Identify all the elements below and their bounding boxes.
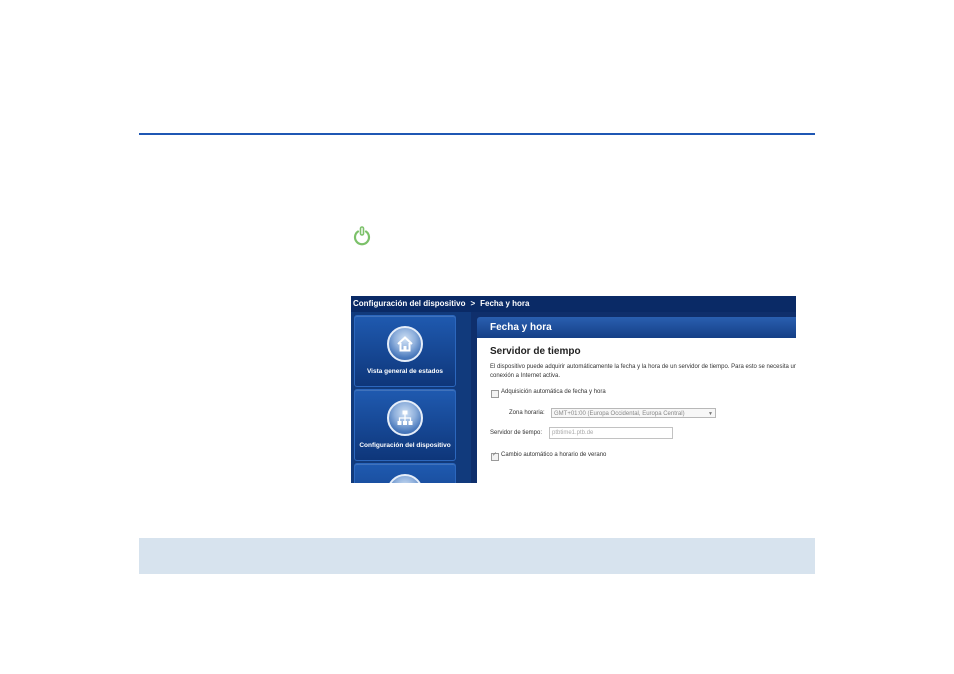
panel-title: Fecha y hora	[477, 317, 796, 338]
globe-icon	[387, 474, 423, 483]
sidebar: Vista general de estados Configuración d…	[351, 312, 471, 483]
top-rule	[139, 133, 815, 135]
timezone-label: Zona horaria:	[509, 410, 545, 416]
network-icon	[387, 400, 423, 436]
breadcrumb: Configuración del dispositivo > Fecha y ho…	[351, 296, 796, 312]
embedded-screenshot: Configuración del dispositivo > Fecha y ho…	[351, 296, 796, 483]
section-title: Servidor de tiempo	[490, 346, 581, 357]
breadcrumb-item[interactable]: Configuración del dispositivo	[353, 299, 465, 308]
chevron-down-icon: ▼	[708, 411, 713, 417]
nav-item-3[interactable]	[354, 463, 456, 483]
time-server-value: ptbtime1.ptb.de	[552, 430, 594, 436]
server-label: Servidor de tiempo:	[490, 430, 543, 436]
breadcrumb-separator: >	[470, 299, 476, 308]
auto-date-checkbox[interactable]	[491, 390, 499, 398]
nav-status-overview[interactable]: Vista general de estados	[354, 315, 456, 387]
power-icon	[353, 226, 371, 246]
timezone-select[interactable]: GMT+01:00 (Europa Occidental, Europa Cen…	[551, 408, 716, 418]
content-panel: Servidor de tiempo El dispositivo puede …	[477, 338, 796, 483]
nav-label: Configuración del dispositivo	[359, 442, 451, 449]
home-icon	[387, 326, 423, 362]
breadcrumb-current: Fecha y hora	[480, 299, 530, 308]
description: El dispositivo puede adquirir automática…	[490, 364, 796, 379]
nav-label: Vista general de estados	[366, 368, 444, 375]
time-server-input[interactable]: ptbtime1.ptb.de	[549, 427, 673, 439]
timezone-value: GMT+01:00 (Europa Occidental, Europa Cen…	[554, 411, 685, 417]
dst-label: Cambio automático a horario de verano	[501, 452, 607, 458]
nav-device-config[interactable]: Configuración del dispositivo	[354, 389, 456, 461]
auto-date-label: Adquisición automática de fecha y hora	[501, 389, 606, 395]
footer-band	[139, 538, 815, 574]
dst-checkbox[interactable]	[491, 451, 499, 461]
